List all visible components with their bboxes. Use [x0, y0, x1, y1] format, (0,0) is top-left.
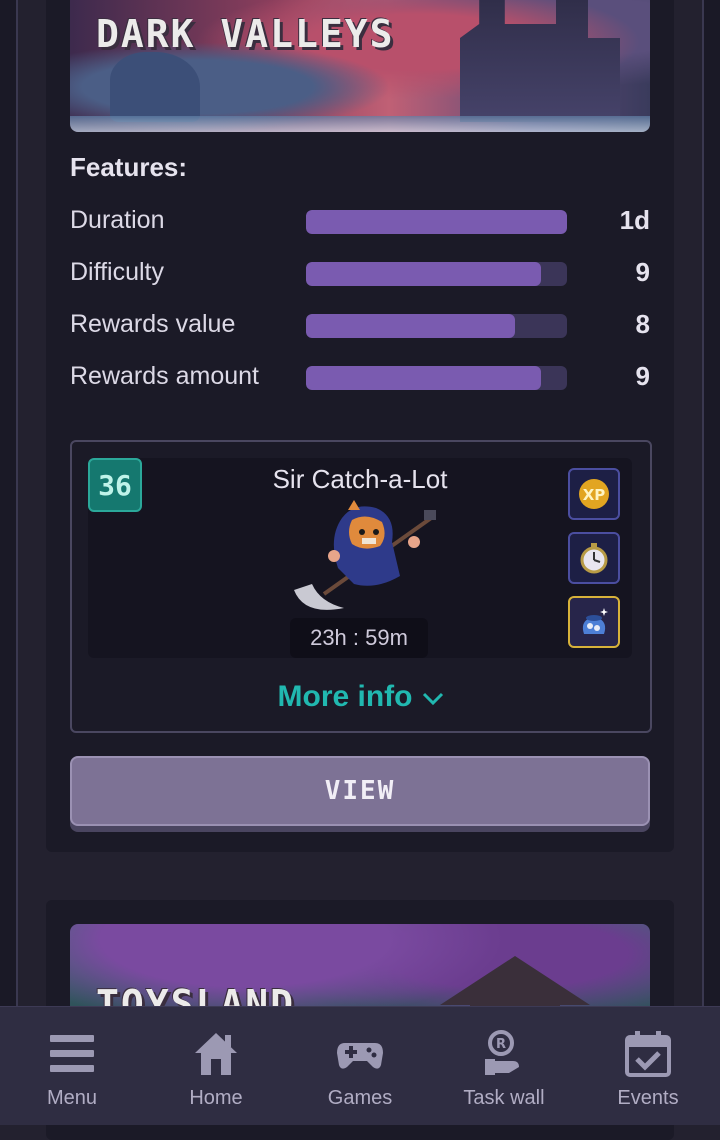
feature-label: Rewards amount	[70, 362, 259, 390]
feature-label: Duration	[70, 206, 165, 234]
quest-banner-image: DARK VALLEYS	[70, 0, 650, 132]
feature-bar	[306, 366, 567, 390]
gamepad-icon	[337, 1043, 383, 1069]
page-rail-left	[16, 0, 18, 1124]
nav-label: Home	[189, 1087, 243, 1109]
chevron-down-icon	[421, 681, 445, 715]
feature-value: 8	[635, 309, 650, 339]
stopwatch-icon	[580, 543, 608, 574]
feature-bar	[306, 262, 567, 286]
perk-slot-treasure[interactable]	[568, 596, 620, 648]
feature-bar-fill	[306, 366, 541, 390]
nav-item-task-wall[interactable]: R Task wall	[432, 1007, 576, 1125]
feature-bar-fill	[306, 314, 515, 338]
feature-row-difficulty: Difficulty 9	[70, 252, 650, 292]
feature-value: 9	[635, 257, 650, 287]
nav-label: Events	[617, 1087, 679, 1109]
calendar-icon	[625, 1031, 671, 1077]
character-slot[interactable]: 36 Sir Catch-a-Lot 23h : 59m XP	[88, 458, 632, 658]
perk-slot-stopwatch[interactable]	[568, 532, 620, 584]
bottom-navigation: Menu Home Games R Task wall Events	[0, 1006, 720, 1125]
task-wall-icon: R	[485, 1030, 519, 1075]
home-icon	[195, 1033, 237, 1075]
feature-row-rewards-amount: Rewards amount 9	[70, 356, 650, 396]
feature-bar	[306, 210, 567, 234]
menu-icon	[50, 1035, 94, 1072]
feature-row-rewards-value: Rewards value 8	[70, 304, 650, 344]
character-name: Sir Catch-a-Lot	[272, 464, 448, 494]
features-heading: Features:	[70, 152, 188, 182]
feature-bar-fill	[306, 210, 567, 234]
page-rail-right	[702, 0, 704, 1124]
nav-item-menu[interactable]: Menu	[0, 1007, 144, 1125]
nav-label: Menu	[46, 1087, 98, 1109]
character-timer: 23h : 59m	[290, 618, 428, 658]
nav-item-events[interactable]: Events	[576, 1007, 720, 1125]
feature-bar-fill	[306, 262, 541, 286]
character-panel: 36 Sir Catch-a-Lot 23h : 59m XP More inf…	[70, 440, 652, 733]
xp-boost-icon: XP	[579, 479, 609, 509]
feature-bar	[306, 314, 567, 338]
treasure-sack-icon	[582, 608, 608, 634]
quest-card-dark-valleys: DARK VALLEYS Features: Duration 1d Diffi…	[46, 0, 674, 852]
banner-castle-decoration	[460, 0, 620, 122]
svg-text:R: R	[496, 1037, 506, 1052]
feature-label: Rewards value	[70, 310, 236, 338]
view-button[interactable]: VIEW	[70, 756, 650, 826]
feature-row-duration: Duration 1d	[70, 200, 650, 240]
feature-value: 1d	[619, 205, 650, 235]
page-background-right	[702, 0, 720, 1124]
nav-label: Task wall	[463, 1087, 545, 1109]
nav-item-home[interactable]: Home	[144, 1007, 288, 1125]
banner-rock-decoration	[110, 52, 200, 122]
nav-item-games[interactable]: Games	[288, 1007, 432, 1125]
feature-value: 9	[635, 361, 650, 391]
feature-label: Difficulty	[70, 258, 165, 286]
more-info-label: More info	[277, 680, 413, 713]
nav-label: Games	[327, 1087, 393, 1109]
perk-slot-xp[interactable]: XP	[568, 468, 620, 520]
quest-title: DARK VALLEYS	[96, 12, 395, 56]
more-info-toggle[interactable]: More info	[72, 680, 650, 715]
svg-text:XP: XP	[583, 486, 606, 504]
character-sprite	[294, 500, 436, 610]
banner-ground-decoration	[70, 116, 650, 132]
